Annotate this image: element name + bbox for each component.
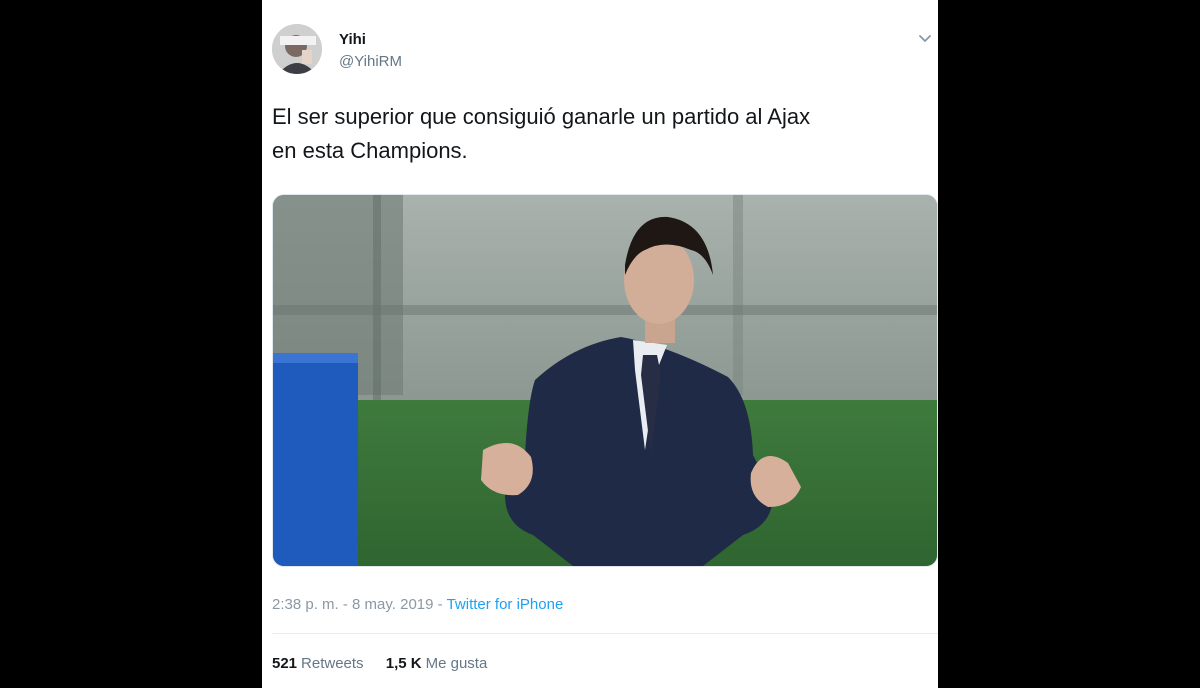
tweet-source-link[interactable]: Twitter for iPhone — [447, 596, 564, 613]
tweet-time[interactable]: 2:38 p. m. — [272, 596, 339, 613]
tweet-text: El ser superior que consiguió ganarle un… — [272, 100, 932, 168]
tweet-stats: 521 Retweets 1,5 K Me gusta — [272, 655, 505, 672]
tweet-photo[interactable] — [272, 194, 938, 567]
divider — [272, 633, 938, 634]
likes-label: Me gusta — [425, 655, 488, 672]
meta-separator: - — [338, 596, 353, 613]
display-name[interactable]: Yihi — [339, 31, 366, 48]
tweet-card: Yihi @YihiRM El ser superior que consigu… — [262, 0, 938, 688]
tweet-text-line: en esta Champions. — [272, 138, 468, 163]
avatar[interactable] — [272, 24, 322, 74]
retweets-stat[interactable]: 521 Retweets — [272, 655, 364, 672]
likes-count: 1,5 K — [385, 655, 422, 672]
tweet-text-line: El ser superior que consiguió ganarle un… — [272, 104, 811, 129]
retweets-label: Retweets — [301, 655, 364, 672]
likes-stat[interactable]: 1,5 K Me gusta — [386, 655, 488, 672]
avatar-image — [272, 24, 322, 74]
user-handle[interactable]: @YihiRM — [339, 53, 402, 70]
tweet-meta: 2:38 p. m. - 8 may. 2019 - Twitter for i… — [272, 596, 563, 613]
coach-photo — [273, 195, 937, 566]
meta-separator: - — [433, 596, 447, 613]
chevron-down-icon[interactable] — [916, 30, 934, 48]
tweet-date[interactable]: 8 may. 2019 — [352, 596, 433, 613]
retweets-count: 521 — [272, 655, 298, 672]
